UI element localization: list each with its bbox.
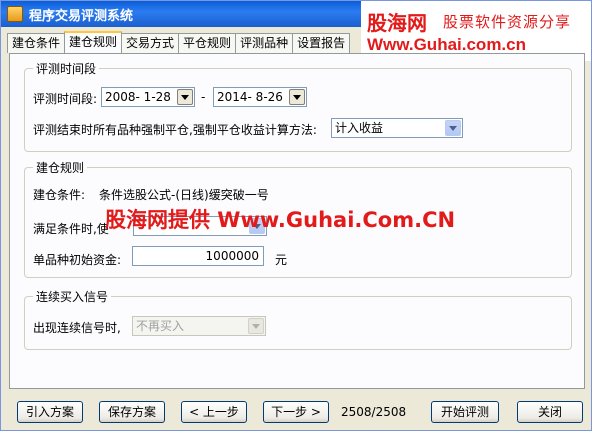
end-date-picker[interactable]: 2014- 8-26: [213, 87, 307, 107]
watermark-banner: 股海网 股票软件资源分享 Www.Guhai.com.cn: [361, 1, 591, 61]
watermark-slogan: 股票软件资源分享: [443, 13, 572, 31]
build-rule-group-title: 建仓规则: [33, 159, 88, 176]
prev-button[interactable]: < 上一步: [181, 401, 247, 423]
force-close-method-value: 计入收益: [335, 121, 384, 135]
signal-select[interactable]: 不再买入: [132, 316, 266, 336]
close-button[interactable]: 关闭: [517, 401, 583, 423]
signal-value: 不再买入: [136, 319, 185, 333]
signal-group: 连续买入信号 出现连续信号时, 不再买入: [24, 288, 572, 350]
main-window: 程序交易评测系统 股海网 股票软件资源分享 Www.Guhai.com.cn 建…: [0, 0, 592, 431]
tab-close-rules[interactable]: 平仓规则: [178, 33, 237, 53]
window-title: 程序交易评测系统: [29, 8, 134, 24]
period-group: 评测时间段 评测时间段: 2008- 1-28 - 2014- 8-26 评测结…: [24, 60, 572, 152]
start-date-value: 2008- 1-28: [105, 90, 171, 104]
force-close-label: 评测结束时所有品种强制平仓,强制平仓收益计算方法:: [33, 123, 317, 137]
tab-build-condition[interactable]: 建仓条件: [7, 33, 66, 53]
chevron-down-icon[interactable]: [248, 318, 264, 334]
condition-value: 条件选股公式-(日线)缓突破一号: [99, 188, 269, 202]
signal-label: 出现连续信号时,: [33, 321, 121, 335]
period-range-label: 评测时间段:: [33, 92, 98, 106]
tab-trade-mode[interactable]: 交易方式: [121, 33, 180, 53]
tab-test-symbols[interactable]: 评测品种: [235, 33, 294, 53]
end-date-value: 2014- 8-26: [217, 90, 283, 104]
date-separator: -: [201, 90, 206, 104]
tab-bar: 建仓条件 建仓规则 交易方式 平仓规则 评测品种 设置报告: [7, 31, 351, 53]
tab-report-settings[interactable]: 设置报告: [292, 33, 351, 53]
watermark-overlay: 股海网提供 Www.Guhai.Com.CN: [105, 208, 456, 232]
app-icon: [7, 6, 23, 22]
capital-label: 单品种初始资金:: [33, 253, 122, 267]
satisfy-label: 满足条件时,使: [33, 222, 109, 236]
capital-input[interactable]: 1000000: [132, 246, 264, 266]
watermark-brand: 股海网: [367, 11, 427, 35]
capital-unit: 元: [275, 253, 288, 267]
chevron-down-icon[interactable]: [445, 120, 461, 136]
signal-group-title: 连续买入信号: [33, 288, 112, 305]
chevron-down-icon[interactable]: [177, 89, 193, 105]
condition-label: 建仓条件:: [33, 188, 86, 202]
save-button[interactable]: 保存方案: [99, 401, 165, 423]
import-button[interactable]: 引入方案: [17, 401, 83, 423]
chevron-down-icon[interactable]: [289, 89, 305, 105]
start-date-picker[interactable]: 2008- 1-28: [101, 87, 195, 107]
tab-build-rules[interactable]: 建仓规则: [64, 31, 123, 53]
force-close-method-select[interactable]: 计入收益: [331, 118, 463, 138]
watermark-url: Www.Guhai.com.cn: [367, 35, 526, 54]
next-button[interactable]: 下一步 >: [263, 401, 329, 423]
start-test-button[interactable]: 开始评测: [431, 401, 499, 423]
period-group-title: 评测时间段: [33, 60, 100, 77]
progress-counter: 2508/2508: [341, 405, 407, 419]
